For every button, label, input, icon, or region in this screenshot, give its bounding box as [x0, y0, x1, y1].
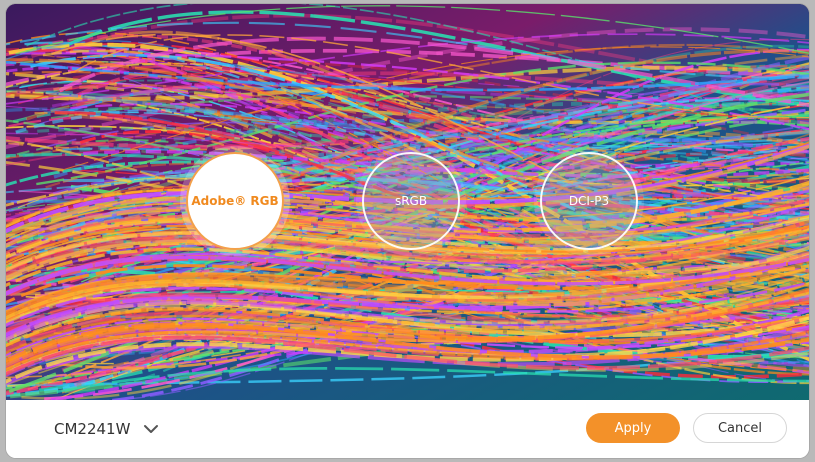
- dialog-footer: CM2241W Apply Cancel: [6, 400, 809, 458]
- chevron-down-icon: [142, 420, 160, 438]
- gamut-option-dci-p3[interactable]: DCI-P3: [540, 152, 638, 250]
- gamut-option-adobe-rgb[interactable]: Adobe® RGB: [186, 152, 284, 250]
- model-name: CM2241W: [54, 420, 131, 438]
- gamut-option-srgb[interactable]: sRGB: [362, 152, 460, 250]
- cancel-button[interactable]: Cancel: [693, 413, 787, 443]
- gamut-option-label: Adobe® RGB: [191, 194, 279, 208]
- model-dropdown[interactable]: CM2241W: [54, 416, 160, 442]
- wallpaper-preview: Adobe® RGB sRGB DCI-P3: [6, 4, 809, 400]
- gamut-option-label: sRGB: [394, 194, 428, 208]
- color-gamut-dialog: Adobe® RGB sRGB DCI-P3 CM2241W Apply Can…: [6, 4, 809, 458]
- apply-button[interactable]: Apply: [586, 413, 680, 443]
- gamut-option-label: DCI-P3: [568, 194, 610, 208]
